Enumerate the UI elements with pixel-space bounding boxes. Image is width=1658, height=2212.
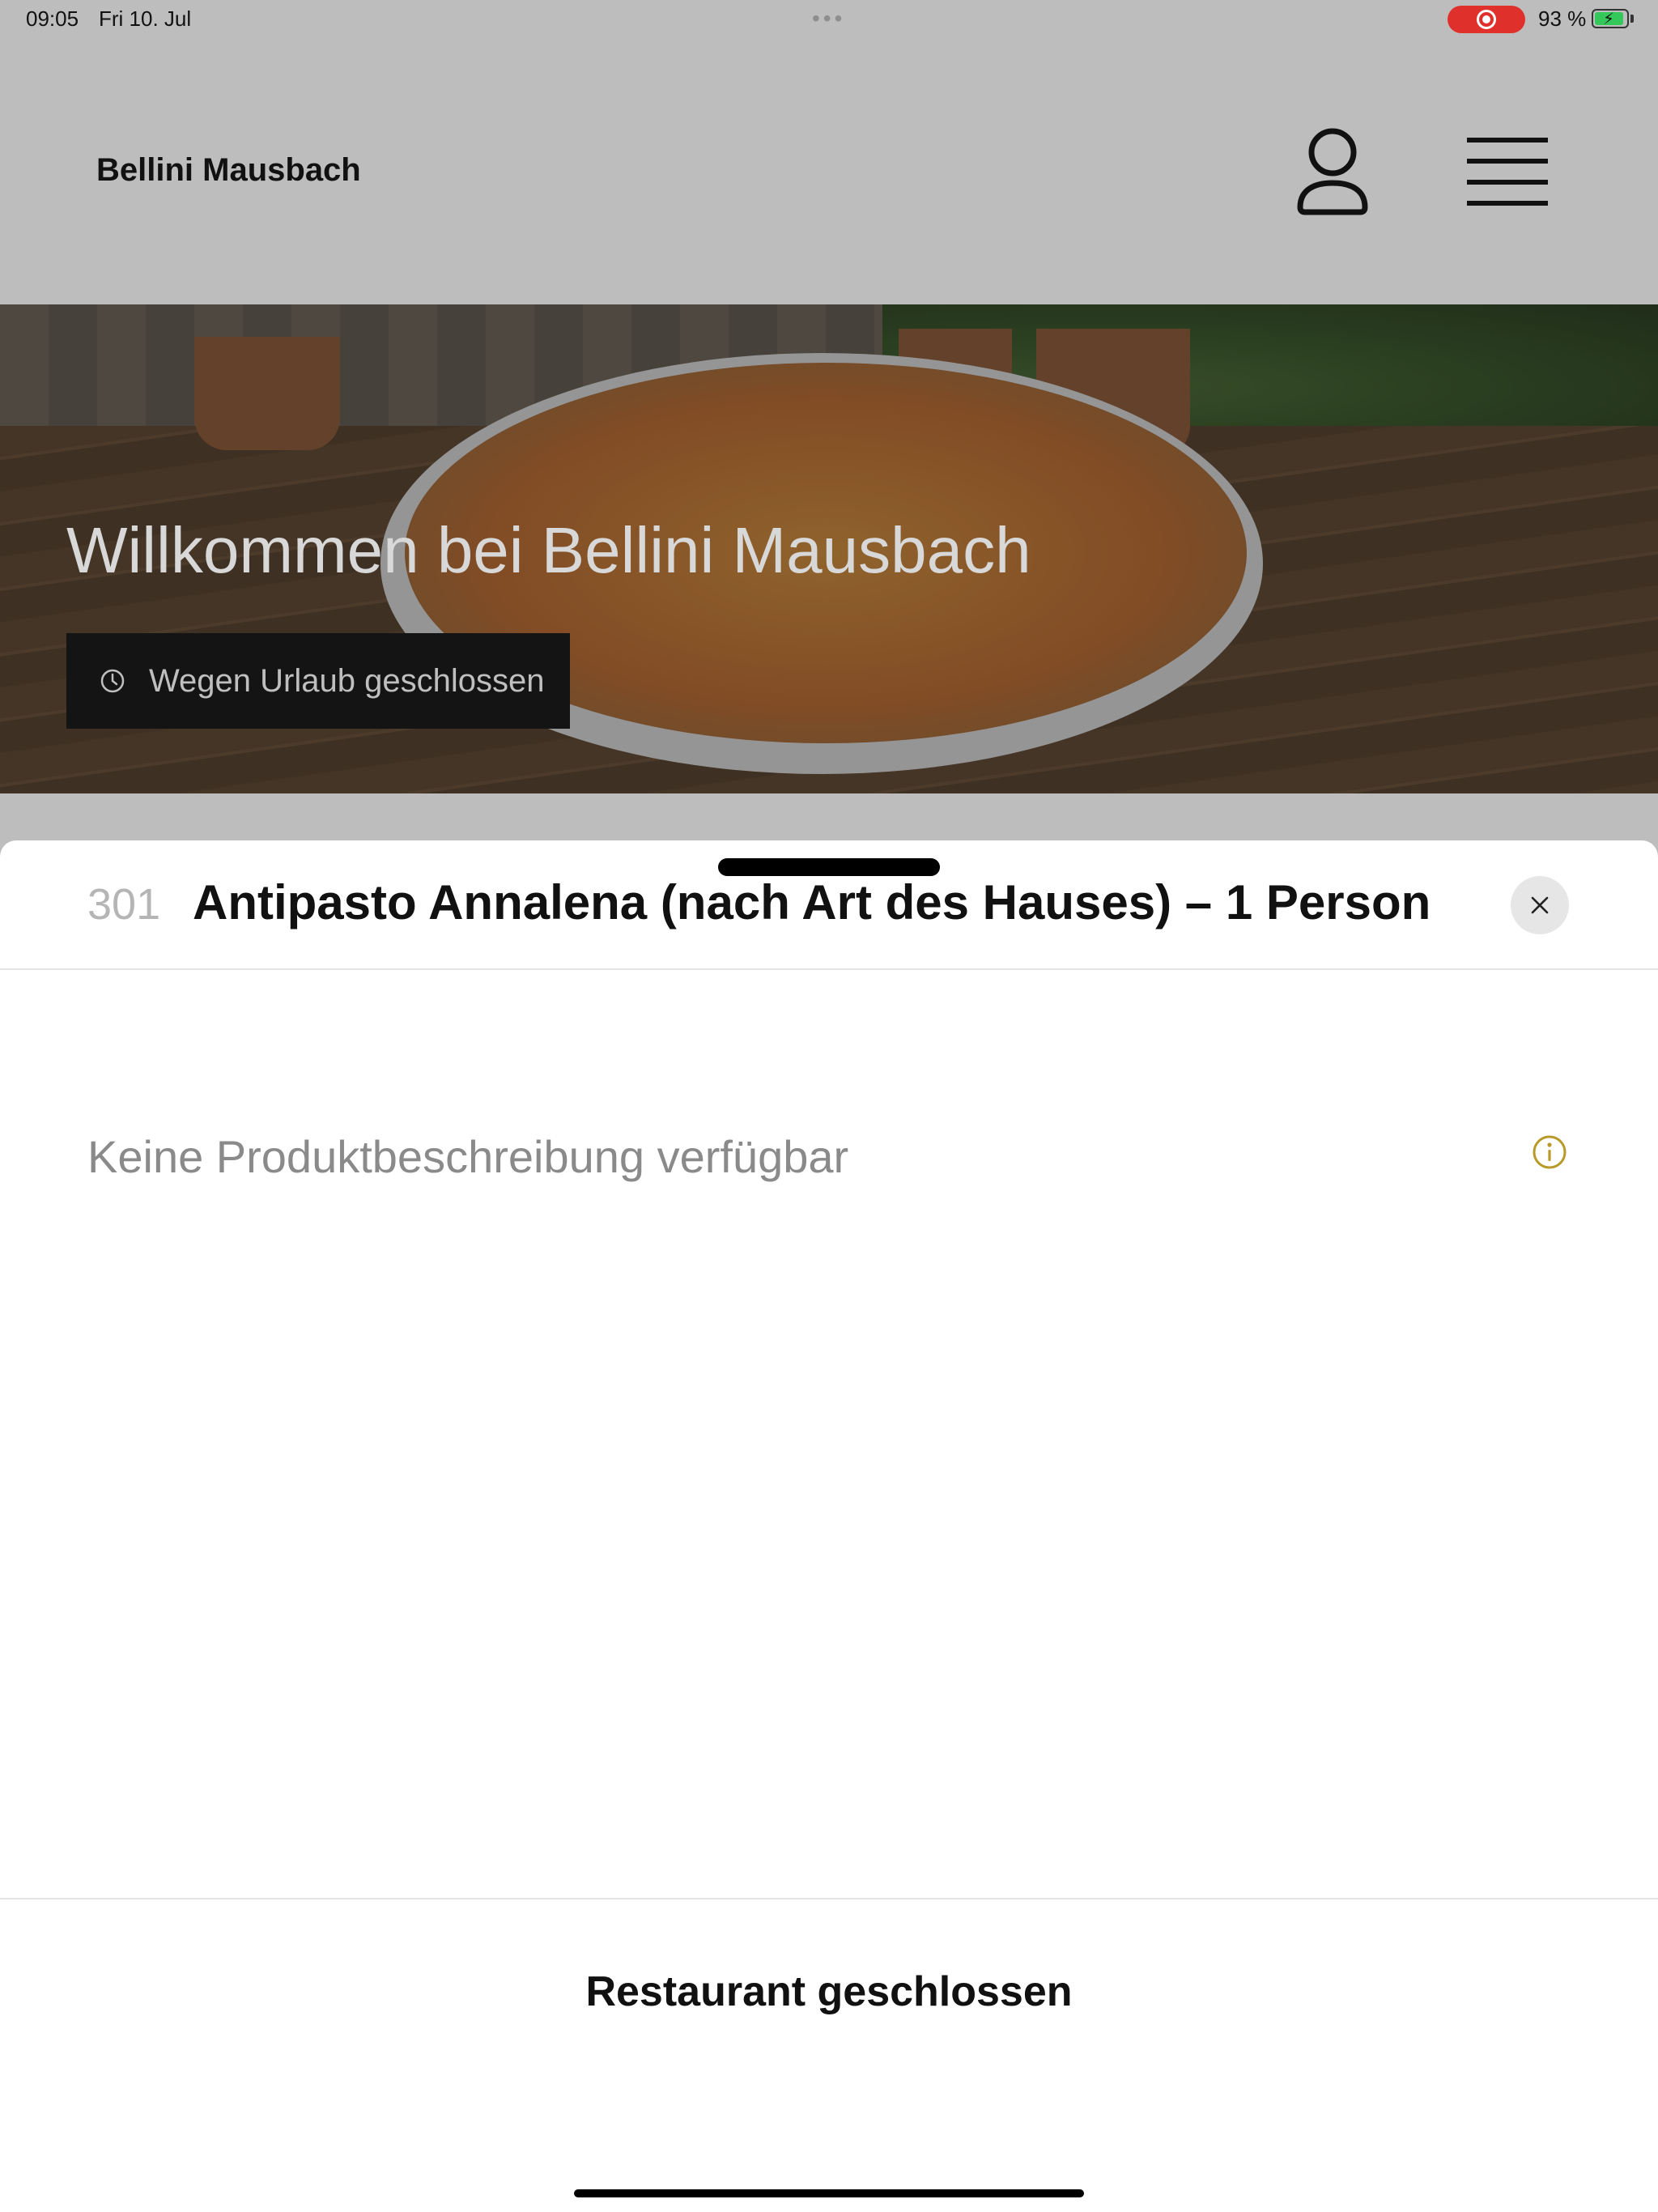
- menu-icon[interactable]: [1465, 134, 1550, 209]
- footer-divider: [0, 1898, 1658, 1899]
- multitasking-dots-icon[interactable]: •••: [812, 6, 845, 31]
- user-icon[interactable]: [1295, 126, 1370, 217]
- status-time: 09:05: [26, 6, 79, 31]
- hero-title: Willkommen bei Bellini Mausbach: [66, 514, 1031, 586]
- clock-icon: [100, 669, 125, 693]
- closed-status-badge: Wegen Urlaub geschlossen: [66, 633, 570, 729]
- sheet-grabber[interactable]: [718, 858, 940, 876]
- screen-recording-icon[interactable]: [1448, 6, 1525, 33]
- battery-percentage: 93 %: [1538, 6, 1587, 31]
- item-number: 301: [87, 880, 161, 929]
- item-title: Antipasto Annalena (nach Art des Hauses)…: [193, 875, 1431, 929]
- home-indicator[interactable]: [574, 2189, 1084, 2197]
- close-icon: [1531, 896, 1549, 914]
- battery-tip: [1630, 15, 1634, 23]
- info-icon[interactable]: [1532, 1134, 1567, 1170]
- restaurant-closed-label: Restaurant geschlossen: [585, 1968, 1073, 2015]
- battery-icon: ⚡: [1592, 9, 1629, 28]
- app-header: Bellini Mausbach: [0, 39, 1658, 304]
- close-button[interactable]: [1511, 876, 1569, 934]
- status-bar: 09:05 Fri 10. Jul ••• 93 % ⚡: [0, 0, 1658, 39]
- brand-title[interactable]: Bellini Mausbach: [96, 152, 361, 189]
- sheet-footer: Restaurant geschlossen: [0, 1967, 1658, 2016]
- page-content-band: [0, 793, 1658, 842]
- app-root: 09:05 Fri 10. Jul ••• 93 % ⚡ Bellini Mau…: [0, 0, 1658, 2212]
- status-date: Fri 10. Jul: [99, 6, 192, 31]
- hero-banner: Willkommen bei Bellini Mausbach Wegen Ur…: [0, 304, 1658, 793]
- closed-status-text: Wegen Urlaub geschlossen: [149, 662, 545, 699]
- product-description: Keine Produktbeschreibung verfügbar: [87, 1131, 849, 1182]
